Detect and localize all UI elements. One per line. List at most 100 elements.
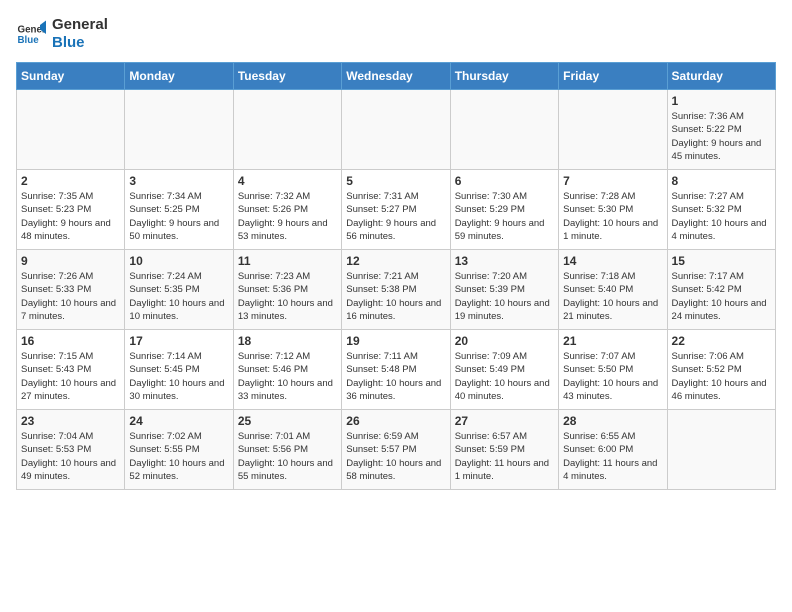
calendar-cell (342, 90, 450, 170)
day-info: Sunrise: 7:23 AM Sunset: 5:36 PM Dayligh… (238, 270, 337, 323)
week-row-2: 2 Sunrise: 7:35 AM Sunset: 5:23 PM Daylig… (17, 170, 776, 250)
day-info: Sunrise: 6:55 AM Sunset: 6:00 PM Dayligh… (563, 430, 662, 483)
weekday-header-monday: Monday (125, 63, 233, 90)
day-info: Sunrise: 6:59 AM Sunset: 5:57 PM Dayligh… (346, 430, 445, 483)
calendar-cell: 19 Sunrise: 7:11 AM Sunset: 5:48 PM Dayli… (342, 330, 450, 410)
day-number: 24 (129, 414, 228, 428)
day-info: Sunrise: 7:21 AM Sunset: 5:38 PM Dayligh… (346, 270, 445, 323)
calendar-cell: 20Sunrise: 7:09 AM Sunset: 5:49 PM Dayli… (450, 330, 558, 410)
calendar-cell: 27 Sunrise: 6:57 AM Sunset: 5:59 PM Dayli… (450, 410, 558, 490)
day-info: Sunrise: 7:07 AM Sunset: 5:50 PM Dayligh… (563, 350, 662, 403)
weekday-header-sunday: Sunday (17, 63, 125, 90)
day-number: 5 (346, 174, 445, 188)
day-number: 11 (238, 254, 337, 268)
day-number: 27 (455, 414, 554, 428)
calendar-cell (559, 90, 667, 170)
calendar-cell (233, 90, 341, 170)
day-number: 3 (129, 174, 228, 188)
day-info: Sunrise: 7:11 AM Sunset: 5:48 PM Dayligh… (346, 350, 445, 403)
page-header: General Blue General Blue (16, 16, 776, 52)
week-row-4: 16 Sunrise: 7:15 AM Sunset: 5:43 PM Dayli… (17, 330, 776, 410)
calendar-cell: 22 Sunrise: 7:06 AM Sunset: 5:52 PM Dayli… (667, 330, 775, 410)
week-row-3: 9Sunrise: 7:26 AM Sunset: 5:33 PM Daylig… (17, 250, 776, 330)
weekday-header-tuesday: Tuesday (233, 63, 341, 90)
day-number: 6 (455, 174, 554, 188)
calendar-cell: 3 Sunrise: 7:34 AM Sunset: 5:25 PM Daylig… (125, 170, 233, 250)
calendar-cell: 7 Sunrise: 7:28 AM Sunset: 5:30 PM Daylig… (559, 170, 667, 250)
calendar-cell: 26 Sunrise: 6:59 AM Sunset: 5:57 PM Dayli… (342, 410, 450, 490)
day-number: 1 (672, 94, 771, 108)
day-info: Sunrise: 7:30 AM Sunset: 5:29 PM Dayligh… (455, 190, 554, 243)
day-info: Sunrise: 7:17 AM Sunset: 5:42 PM Dayligh… (672, 270, 771, 323)
day-number: 16 (21, 334, 120, 348)
day-number: 21 (563, 334, 662, 348)
day-info: Sunrise: 7:32 AM Sunset: 5:26 PM Dayligh… (238, 190, 337, 243)
day-number: 12 (346, 254, 445, 268)
day-number: 15 (672, 254, 771, 268)
day-number: 13 (455, 254, 554, 268)
calendar-cell: 16 Sunrise: 7:15 AM Sunset: 5:43 PM Dayli… (17, 330, 125, 410)
day-number: 19 (346, 334, 445, 348)
day-info: Sunrise: 7:28 AM Sunset: 5:30 PM Dayligh… (563, 190, 662, 243)
day-info: Sunrise: 7:24 AM Sunset: 5:35 PM Dayligh… (129, 270, 228, 323)
day-number: 23 (21, 414, 120, 428)
calendar-cell: 24 Sunrise: 7:02 AM Sunset: 5:55 PM Dayli… (125, 410, 233, 490)
calendar-cell: 9Sunrise: 7:26 AM Sunset: 5:33 PM Daylig… (17, 250, 125, 330)
day-number: 10 (129, 254, 228, 268)
weekday-header-row: SundayMondayTuesdayWednesdayThursdayFrid… (17, 63, 776, 90)
day-info: Sunrise: 7:12 AM Sunset: 5:46 PM Dayligh… (238, 350, 337, 403)
day-number: 26 (346, 414, 445, 428)
day-number: 7 (563, 174, 662, 188)
calendar-cell: 6 Sunrise: 7:30 AM Sunset: 5:29 PM Daylig… (450, 170, 558, 250)
svg-text:Blue: Blue (18, 35, 40, 46)
day-info: Sunrise: 7:31 AM Sunset: 5:27 PM Dayligh… (346, 190, 445, 243)
day-number: 2 (21, 174, 120, 188)
day-info: Sunrise: 7:18 AM Sunset: 5:40 PM Dayligh… (563, 270, 662, 323)
week-row-1: 1 Sunrise: 7:36 AM Sunset: 5:22 PM Daylig… (17, 90, 776, 170)
weekday-header-thursday: Thursday (450, 63, 558, 90)
week-row-5: 23 Sunrise: 7:04 AM Sunset: 5:53 PM Dayli… (17, 410, 776, 490)
day-number: 18 (238, 334, 337, 348)
day-info: Sunrise: 7:01 AM Sunset: 5:56 PM Dayligh… (238, 430, 337, 483)
weekday-header-saturday: Saturday (667, 63, 775, 90)
calendar-cell: 18 Sunrise: 7:12 AM Sunset: 5:46 PM Dayli… (233, 330, 341, 410)
calendar-cell: 4Sunrise: 7:32 AM Sunset: 5:26 PM Daylig… (233, 170, 341, 250)
day-number: 17 (129, 334, 228, 348)
calendar-cell: 14 Sunrise: 7:18 AM Sunset: 5:40 PM Dayli… (559, 250, 667, 330)
day-info: Sunrise: 7:34 AM Sunset: 5:25 PM Dayligh… (129, 190, 228, 243)
day-number: 22 (672, 334, 771, 348)
calendar-cell (17, 90, 125, 170)
calendar-cell (450, 90, 558, 170)
calendar-cell: 17 Sunrise: 7:14 AM Sunset: 5:45 PM Dayli… (125, 330, 233, 410)
day-number: 20 (455, 334, 554, 348)
day-info: Sunrise: 7:06 AM Sunset: 5:52 PM Dayligh… (672, 350, 771, 403)
calendar-cell: 2 Sunrise: 7:35 AM Sunset: 5:23 PM Daylig… (17, 170, 125, 250)
day-info: Sunrise: 6:57 AM Sunset: 5:59 PM Dayligh… (455, 430, 554, 483)
weekday-header-wednesday: Wednesday (342, 63, 450, 90)
calendar-cell: 15 Sunrise: 7:17 AM Sunset: 5:42 PM Dayli… (667, 250, 775, 330)
day-info: Sunrise: 7:20 AM Sunset: 5:39 PM Dayligh… (455, 270, 554, 323)
calendar-cell (125, 90, 233, 170)
day-info: Sunrise: 7:04 AM Sunset: 5:53 PM Dayligh… (21, 430, 120, 483)
day-number: 25 (238, 414, 337, 428)
weekday-header-friday: Friday (559, 63, 667, 90)
calendar-cell: 1 Sunrise: 7:36 AM Sunset: 5:22 PM Daylig… (667, 90, 775, 170)
day-number: 14 (563, 254, 662, 268)
day-info: Sunrise: 7:15 AM Sunset: 5:43 PM Dayligh… (21, 350, 120, 403)
logo-icon: General Blue (16, 19, 46, 49)
calendar-cell: 11 Sunrise: 7:23 AM Sunset: 5:36 PM Dayli… (233, 250, 341, 330)
day-info: Sunrise: 7:35 AM Sunset: 5:23 PM Dayligh… (21, 190, 120, 243)
calendar-cell: 28 Sunrise: 6:55 AM Sunset: 6:00 PM Dayli… (559, 410, 667, 490)
logo-text: General Blue (52, 16, 108, 52)
calendar-cell: 13 Sunrise: 7:20 AM Sunset: 5:39 PM Dayli… (450, 250, 558, 330)
day-info: Sunrise: 7:14 AM Sunset: 5:45 PM Dayligh… (129, 350, 228, 403)
day-info: Sunrise: 7:36 AM Sunset: 5:22 PM Dayligh… (672, 110, 771, 163)
calendar-table: SundayMondayTuesdayWednesdayThursdayFrid… (16, 62, 776, 490)
day-info: Sunrise: 7:02 AM Sunset: 5:55 PM Dayligh… (129, 430, 228, 483)
calendar-cell: 21 Sunrise: 7:07 AM Sunset: 5:50 PM Dayli… (559, 330, 667, 410)
calendar-cell: 23 Sunrise: 7:04 AM Sunset: 5:53 PM Dayli… (17, 410, 125, 490)
calendar-cell: 25 Sunrise: 7:01 AM Sunset: 5:56 PM Dayli… (233, 410, 341, 490)
day-number: 9 (21, 254, 120, 268)
day-number: 28 (563, 414, 662, 428)
calendar-cell: 5 Sunrise: 7:31 AM Sunset: 5:27 PM Daylig… (342, 170, 450, 250)
